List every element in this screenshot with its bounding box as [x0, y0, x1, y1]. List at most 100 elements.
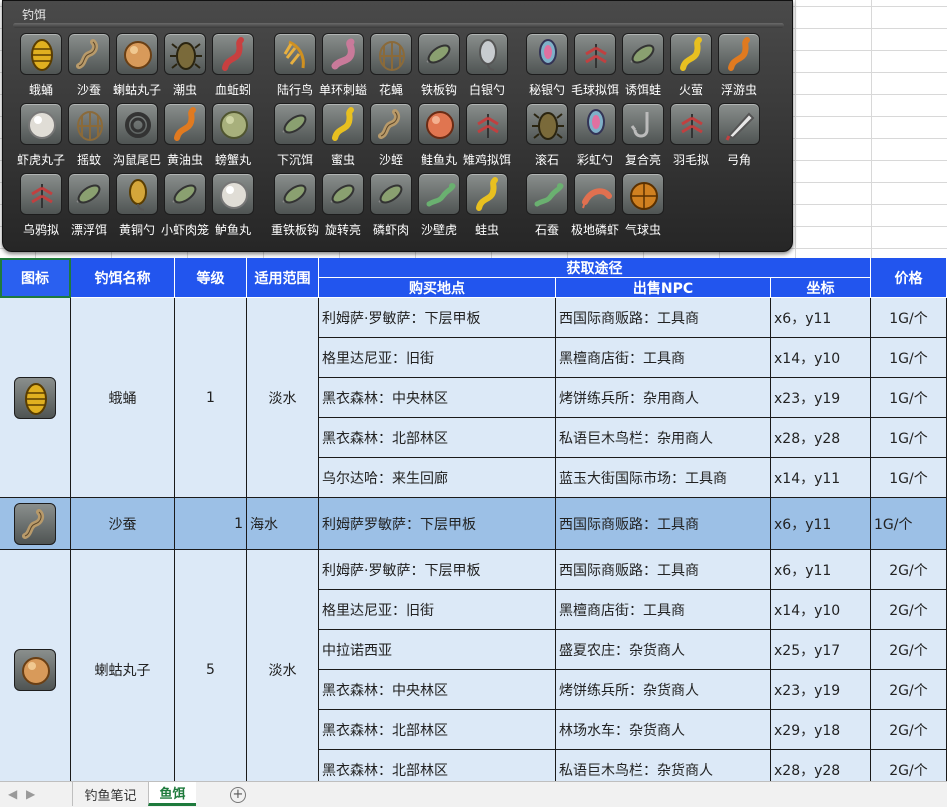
- price-cell[interactable]: 1G/个: [871, 338, 947, 378]
- bait-level-cell[interactable]: 1: [175, 298, 247, 498]
- npc-cell[interactable]: 黑檀商店街：工具商: [556, 338, 771, 378]
- bait-item[interactable]: 鲈鱼丸: [209, 173, 257, 243]
- header-level[interactable]: 等级: [175, 258, 247, 298]
- bait-item[interactable]: 重铁板钩: [271, 173, 319, 243]
- bait-item[interactable]: 诱饵蛙: [619, 33, 667, 103]
- bait-item[interactable]: 摇蚊: [65, 103, 113, 173]
- bait-item[interactable]: 旋转亮: [319, 173, 367, 243]
- bait-item[interactable]: 陆行鸟: [271, 33, 319, 103]
- bait-item[interactable]: 潮虫: [161, 33, 209, 103]
- npc-cell[interactable]: 私语巨木鸟栏：杂用商人: [556, 418, 771, 458]
- bait-name-cell[interactable]: 蝲蛄丸子: [71, 550, 175, 790]
- coordinate-cell[interactable]: x14，y11: [771, 458, 871, 498]
- npc-cell[interactable]: 黑檀商店街：工具商: [556, 590, 771, 630]
- coordinate-cell[interactable]: x6，y11: [771, 498, 871, 550]
- coordinate-cell[interactable]: x6，y11: [771, 298, 871, 338]
- bait-item[interactable]: 蝲蛄丸子: [113, 33, 161, 103]
- header-icon[interactable]: 图标: [0, 258, 71, 298]
- shop-location-cell[interactable]: 利姆萨罗敏萨：下层甲板: [319, 498, 556, 550]
- header-name[interactable]: 钓饵名称: [71, 258, 175, 298]
- bait-item[interactable]: 石蚕: [523, 173, 571, 243]
- header-price[interactable]: 价格: [871, 258, 947, 298]
- bait-item[interactable]: 螃蟹丸: [209, 103, 257, 173]
- npc-cell[interactable]: 林场水车：杂货商人: [556, 710, 771, 750]
- price-cell[interactable]: 1G/个: [871, 498, 947, 550]
- npc-cell[interactable]: 西国际商贩路：工具商: [556, 298, 771, 338]
- bait-item[interactable]: 黄油虫: [161, 103, 209, 173]
- bait-item[interactable]: 蜜虫: [319, 103, 367, 173]
- price-cell[interactable]: 1G/个: [871, 378, 947, 418]
- bait-item[interactable]: 磷虾肉: [367, 173, 415, 243]
- npc-cell[interactable]: 盛夏农庄：杂货商人: [556, 630, 771, 670]
- sheet-tab-notes[interactable]: 钓鱼笔记: [72, 782, 148, 806]
- shop-location-cell[interactable]: 格里达尼亚：旧街: [319, 590, 556, 630]
- bait-item[interactable]: 秘银勺: [523, 33, 571, 103]
- bait-item[interactable]: 沟鼠尾巴: [113, 103, 161, 173]
- npc-cell[interactable]: 烤饼练兵所：杂用商人: [556, 378, 771, 418]
- npc-cell[interactable]: 西国际商贩路：工具商: [556, 550, 771, 590]
- bait-item[interactable]: 虾虎丸子: [17, 103, 65, 173]
- bait-item[interactable]: 沙壁虎: [415, 173, 463, 243]
- coordinate-cell[interactable]: x14，y10: [771, 338, 871, 378]
- coordinate-cell[interactable]: x23，y19: [771, 378, 871, 418]
- scroll-right-icon[interactable]: ▶: [26, 787, 35, 801]
- price-cell[interactable]: 2G/个: [871, 590, 947, 630]
- bait-item[interactable]: 气球虫: [619, 173, 667, 243]
- bait-name-cell[interactable]: 沙蚕: [71, 498, 175, 550]
- scroll-left-icon[interactable]: ◀: [8, 787, 17, 801]
- bait-item[interactable]: 铁板钩: [415, 33, 463, 103]
- coordinate-cell[interactable]: x23，y19: [771, 670, 871, 710]
- shop-location-cell[interactable]: 中拉诺西亚: [319, 630, 556, 670]
- shop-location-cell[interactable]: 格里达尼亚：旧街: [319, 338, 556, 378]
- bait-item[interactable]: 白银勺: [463, 33, 511, 103]
- bait-name-cell[interactable]: 蛾蛹: [71, 298, 175, 498]
- bait-level-cell[interactable]: 1: [175, 498, 247, 550]
- bait-item[interactable]: 沙蚕: [65, 33, 113, 103]
- header-obtain[interactable]: 获取途径: [319, 258, 871, 278]
- npc-cell[interactable]: 烤饼练兵所：杂货商人: [556, 670, 771, 710]
- bait-item[interactable]: 复合亮: [619, 103, 667, 173]
- price-cell[interactable]: 1G/个: [871, 298, 947, 338]
- bait-item[interactable]: 下沉饵: [271, 103, 319, 173]
- npc-cell[interactable]: 蓝玉大街国际市场：工具商: [556, 458, 771, 498]
- bait-item[interactable]: 沙蛭: [367, 103, 415, 173]
- shop-location-cell[interactable]: 乌尔达哈：来生回廊: [319, 458, 556, 498]
- bait-item[interactable]: 火萤: [667, 33, 715, 103]
- bait-item[interactable]: 雉鸡拟饵: [463, 103, 511, 173]
- bait-range-cell[interactable]: 海水: [247, 498, 319, 550]
- shop-location-cell[interactable]: 黑衣森林：中央林区: [319, 378, 556, 418]
- bait-item[interactable]: 黄铜勺: [113, 173, 161, 243]
- bait-item[interactable]: 乌鸦拟: [17, 173, 65, 243]
- bait-item[interactable]: 小虾肉笼: [161, 173, 209, 243]
- bait-item[interactable]: 蛾蛹: [17, 33, 65, 103]
- bait-item[interactable]: 鲑鱼丸: [415, 103, 463, 173]
- header-shop[interactable]: 购买地点: [319, 278, 556, 298]
- bait-item[interactable]: 血蚯蚓: [209, 33, 257, 103]
- bait-item[interactable]: 彩虹勺: [571, 103, 619, 173]
- price-cell[interactable]: 1G/个: [871, 458, 947, 498]
- sheet-tab-bait[interactable]: 鱼饵: [148, 782, 196, 806]
- shop-location-cell[interactable]: 黑衣森林：北部林区: [319, 418, 556, 458]
- price-cell[interactable]: 2G/个: [871, 550, 947, 590]
- bait-item[interactable]: 漂浮饵: [65, 173, 113, 243]
- bait-item[interactable]: 毛球拟饵: [571, 33, 619, 103]
- npc-cell[interactable]: 西国际商贩路：工具商: [556, 498, 771, 550]
- price-cell[interactable]: 2G/个: [871, 710, 947, 750]
- bait-level-cell[interactable]: 5: [175, 550, 247, 790]
- bait-range-cell[interactable]: 淡水: [247, 550, 319, 790]
- bait-item[interactable]: 弓角: [715, 103, 763, 173]
- bait-item[interactable]: 蛙虫: [463, 173, 511, 243]
- bait-item[interactable]: 滚石: [523, 103, 571, 173]
- shop-location-cell[interactable]: 黑衣森林：中央林区: [319, 670, 556, 710]
- coordinate-cell[interactable]: x28，y28: [771, 418, 871, 458]
- shop-location-cell[interactable]: 利姆萨·罗敏萨：下层甲板: [319, 298, 556, 338]
- shop-location-cell[interactable]: 黑衣森林：北部林区: [319, 710, 556, 750]
- price-cell[interactable]: 2G/个: [871, 630, 947, 670]
- bait-item[interactable]: 浮游虫: [715, 33, 763, 103]
- price-cell[interactable]: 1G/个: [871, 418, 947, 458]
- bait-item[interactable]: 花蝇: [367, 33, 415, 103]
- bait-item[interactable]: 羽毛拟: [667, 103, 715, 173]
- bait-item[interactable]: 极地磷虾: [571, 173, 619, 243]
- coordinate-cell[interactable]: x6，y11: [771, 550, 871, 590]
- price-cell[interactable]: 2G/个: [871, 670, 947, 710]
